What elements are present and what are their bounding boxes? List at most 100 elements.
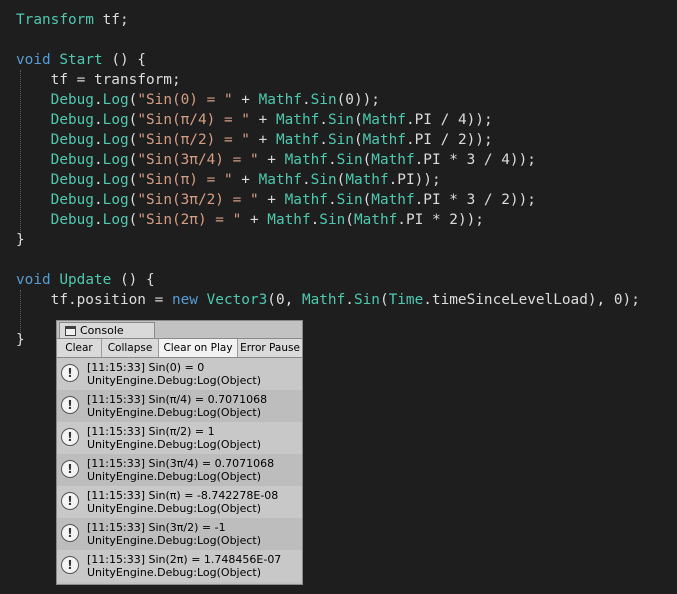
code-token: Mathf: [284, 152, 328, 168]
code-line: void Update () {: [16, 270, 155, 290]
error-pause-button[interactable]: Error Pause: [238, 339, 302, 357]
console-log-entry[interactable]: ! [11:15:33] Sin(2π) = 1.748456E-07 UnityE…: [57, 550, 302, 582]
code-token: +: [232, 172, 259, 188]
code-line: Debug.Log("Sin(π) = " + Mathf.Sin(Mathf.…: [16, 170, 441, 190]
code-token: Mathf: [353, 212, 398, 228]
code-token: .: [301, 92, 311, 108]
console-log-entry[interactable]: ! [11:15:33] Sin(0) = 0 UnityEngine.Debug:…: [57, 358, 302, 390]
code-line: Debug.Log("Sin(0) = " + Mathf.Sin(0));: [16, 90, 380, 110]
code-token: Start: [59, 52, 103, 68]
code-token: Sin: [327, 112, 354, 128]
code-token: Sin: [336, 192, 363, 208]
code-line: }: [16, 230, 25, 250]
code-token: tf = transform;: [16, 72, 181, 88]
code-token: Log: [102, 132, 129, 148]
code-token: (: [345, 212, 354, 228]
code-token: .: [93, 112, 103, 128]
code-token: "Sin(2π) = ": [137, 212, 242, 228]
code-token: Sin: [319, 212, 346, 228]
log-message: [11:15:33] Sin(2π) = 1.748456E-07: [87, 553, 282, 566]
code-token: .: [301, 172, 311, 188]
unity-console-window[interactable]: Console Clear Collapse Clear on Play Err…: [56, 320, 303, 585]
code-token: .PI / 4));: [405, 112, 493, 128]
code-token: .: [319, 112, 328, 128]
console-tab[interactable]: Console: [59, 322, 155, 339]
console-log-entry[interactable]: ! [11:15:33] Sin(π) = -8.742278E-08 UnityE…: [57, 486, 302, 518]
console-log-entry[interactable]: ! [11:15:33] Sin(3π/4) = 0.7071068 UnityEn…: [57, 454, 302, 486]
code-token: "Sin(π/4) = ": [137, 112, 250, 128]
code-token: Log: [102, 92, 129, 108]
code-token: .: [93, 132, 103, 148]
log-source: UnityEngine.Debug:Log(Object): [87, 406, 262, 419]
log-source: UnityEngine.Debug:Log(Object): [87, 374, 262, 387]
code-token: .PI / 2));: [405, 132, 493, 148]
code-token: Mathf: [371, 152, 415, 168]
log-message: [11:15:33] Sin(π/4) = 0.7071068: [87, 393, 268, 406]
log-source: UnityEngine.Debug:Log(Object): [87, 470, 262, 483]
code-token: .: [319, 132, 328, 148]
code-token: Debug: [50, 172, 94, 188]
code-token: .PI * 3 / 2));: [414, 192, 536, 208]
clear-on-play-button[interactable]: Clear on Play: [159, 339, 238, 357]
code-token: tf;: [93, 12, 129, 28]
clear-button[interactable]: Clear: [57, 339, 102, 357]
code-token: .: [327, 152, 337, 168]
code-token: tf.position =: [16, 292, 172, 308]
collapse-button[interactable]: Collapse: [102, 339, 159, 357]
code-token: "Sin(3π/4) = ": [137, 152, 259, 168]
info-icon: !: [61, 364, 79, 382]
code-line: Debug.Log("Sin(π/2) = " + Mathf.Sin(Math…: [16, 130, 493, 150]
log-message: [11:15:33] Sin(3π/2) = -1: [87, 521, 226, 534]
code-token: Sin: [327, 132, 354, 148]
code-token: .PI * 2));: [397, 212, 484, 228]
code-token: Debug: [50, 212, 94, 228]
code-token: (: [353, 132, 363, 148]
code-token: .: [345, 292, 354, 308]
code-token: .: [327, 192, 337, 208]
log-message: [11:15:33] Sin(π/2) = 1: [87, 425, 215, 438]
code-token: (: [362, 152, 372, 168]
code-token: .: [93, 152, 103, 168]
code-token: }: [16, 332, 25, 348]
code-token: (: [379, 292, 389, 308]
code-token: Log: [102, 212, 129, 228]
code-token: new: [171, 292, 198, 308]
code-line: Transform tf;: [16, 10, 129, 30]
log-message: [11:15:33] Sin(0) = 0: [87, 361, 205, 374]
log-message: [11:15:33] Sin(3π/4) = 0.7071068: [87, 457, 275, 470]
code-token: Update: [59, 272, 112, 288]
code-token: void: [16, 52, 51, 68]
code-token: .PI));: [388, 172, 441, 188]
code-token: .timeSinceLevelLoad), 0);: [423, 292, 640, 308]
info-icon: !: [61, 460, 79, 478]
code-token: Mathf: [362, 112, 406, 128]
code-token: () {: [111, 272, 155, 288]
log-source: UnityEngine.Debug:Log(Object): [87, 534, 262, 547]
code-token: Debug: [50, 192, 94, 208]
code-line: Debug.Log("Sin(π/4) = " + Mathf.Sin(Math…: [16, 110, 493, 130]
info-icon: !: [61, 428, 79, 446]
code-token: Debug: [50, 92, 94, 108]
code-token: Log: [102, 152, 129, 168]
code-token: +: [232, 92, 259, 108]
code-token: .: [93, 172, 103, 188]
code-token: Time: [388, 292, 424, 308]
code-token: .: [93, 212, 103, 228]
info-icon: !: [61, 556, 79, 574]
code-token: .: [310, 212, 320, 228]
code-token: +: [249, 112, 276, 128]
code-token: +: [241, 212, 268, 228]
console-log-entry[interactable]: ! [11:15:33] Sin(π/4) = 0.7071068 UnityEng…: [57, 390, 302, 422]
console-tab-label: Console: [80, 324, 124, 337]
code-token: +: [249, 132, 276, 148]
console-log-entry[interactable]: ! [11:15:33] Sin(π/2) = 1 UnityEngine.Debu…: [57, 422, 302, 454]
console-log-entry[interactable]: ! [11:15:33] Sin(3π/2) = -1 UnityEngine.De…: [57, 518, 302, 550]
console-log-list[interactable]: ! [11:15:33] Sin(0) = 0 UnityEngine.Debug:…: [57, 358, 302, 584]
